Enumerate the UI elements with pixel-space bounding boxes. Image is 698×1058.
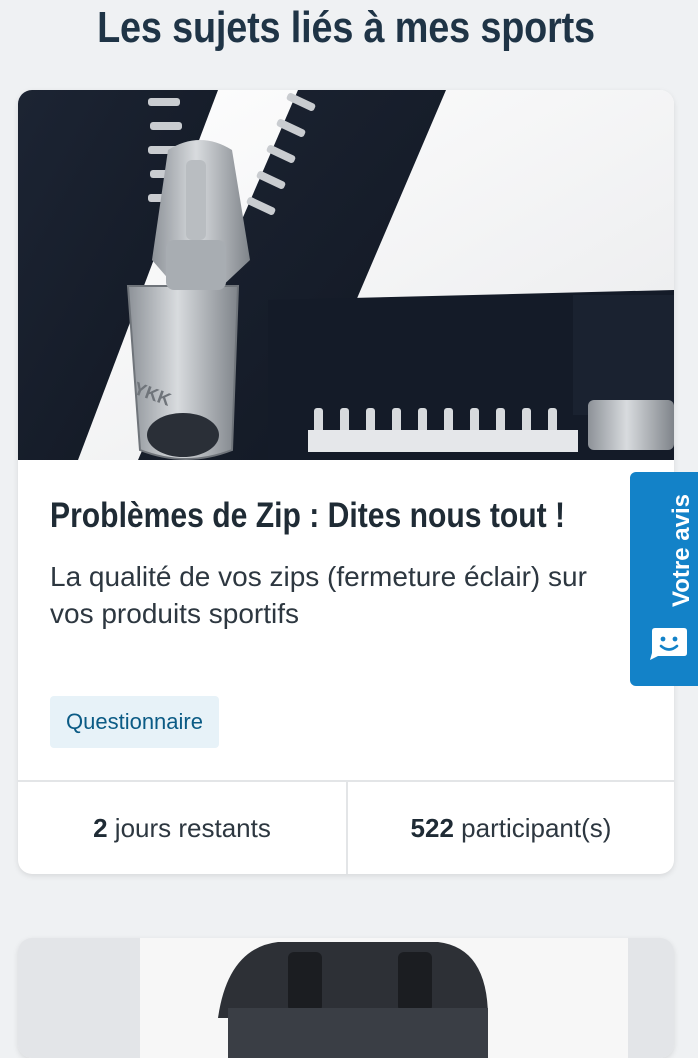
section-title: Les sujets liés à mes sports	[97, 3, 595, 52]
topic-card[interactable]: YKK Problèmes de Zip : Dites nous tout !…	[18, 90, 674, 874]
smiley-bubble-icon	[650, 628, 687, 660]
participants-count: 522 participant(s)	[348, 782, 674, 874]
card-2-image	[18, 938, 674, 1058]
card-image[interactable]: YKK	[18, 90, 674, 460]
card-footer: 2 jours restants 522 participant(s)	[18, 780, 674, 874]
card-description: La qualité de vos zips (fermeture éclair…	[50, 561, 587, 629]
participants-label: participant(s)	[453, 813, 612, 843]
remaining-days-number: 2	[93, 813, 108, 843]
participants-number: 522	[410, 813, 454, 843]
feedback-tab[interactable]: Votre avis	[630, 472, 698, 686]
remaining-days: 2 jours restants	[18, 782, 346, 874]
zipper-image: YKK	[18, 90, 674, 460]
sports-bag-image	[18, 938, 674, 1058]
remaining-days-label: jours restants	[107, 813, 271, 843]
card-title[interactable]: Problèmes de Zip : Dites nous tout !	[50, 494, 565, 538]
topic-card-2[interactable]	[18, 938, 674, 1058]
feedback-label: Votre avis	[668, 494, 695, 607]
type-tag: Questionnaire	[50, 696, 219, 748]
